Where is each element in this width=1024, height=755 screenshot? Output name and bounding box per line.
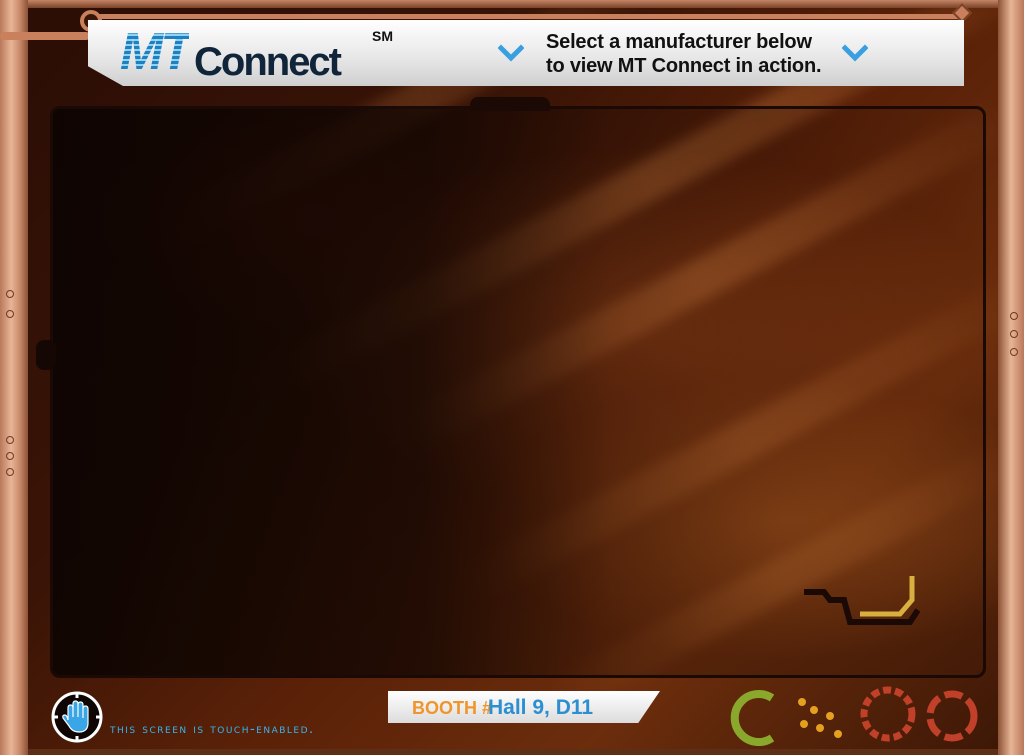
decorative-bracket bbox=[804, 576, 920, 625]
logo-mt-text: MT bbox=[120, 23, 192, 81]
decorative-gears bbox=[730, 686, 978, 746]
frame-right bbox=[998, 0, 1024, 755]
panel-notch bbox=[470, 97, 550, 111]
header-rail-top bbox=[96, 14, 966, 19]
header-rail bbox=[0, 32, 90, 40]
hand-touch-icon bbox=[51, 691, 103, 743]
frame-rivet bbox=[1010, 330, 1018, 338]
logo-service-mark: SM bbox=[372, 28, 393, 44]
mtconnect-logo: MT Connect SM bbox=[120, 26, 400, 82]
instruction-line-2: to view MT Connect in action. bbox=[546, 55, 822, 77]
logo-connect-text: Connect bbox=[194, 40, 342, 84]
frame-rivet bbox=[6, 468, 14, 476]
frame-left bbox=[0, 0, 28, 755]
frame-rivet bbox=[1010, 348, 1018, 356]
instruction-text: Select a manufacturer below to view MT C… bbox=[546, 30, 846, 78]
frame-rivet bbox=[6, 436, 14, 444]
frame-rivet bbox=[6, 290, 14, 298]
frame-rivet bbox=[6, 310, 14, 318]
frame-rivet bbox=[1010, 312, 1018, 320]
touch-enabled-text: This screen is touch-enabled. bbox=[110, 722, 315, 737]
booth-label: BOOTH # bbox=[412, 698, 493, 718]
frame-top bbox=[28, 0, 998, 8]
chevron-down-icon bbox=[498, 44, 524, 62]
instruction-line-1: Select a manufacturer below bbox=[546, 31, 812, 53]
panel-side-tab bbox=[36, 340, 56, 370]
booth-value: Hall 9, D11 bbox=[488, 696, 594, 719]
frame-rivet bbox=[6, 452, 14, 460]
frame-bottom bbox=[28, 749, 998, 755]
